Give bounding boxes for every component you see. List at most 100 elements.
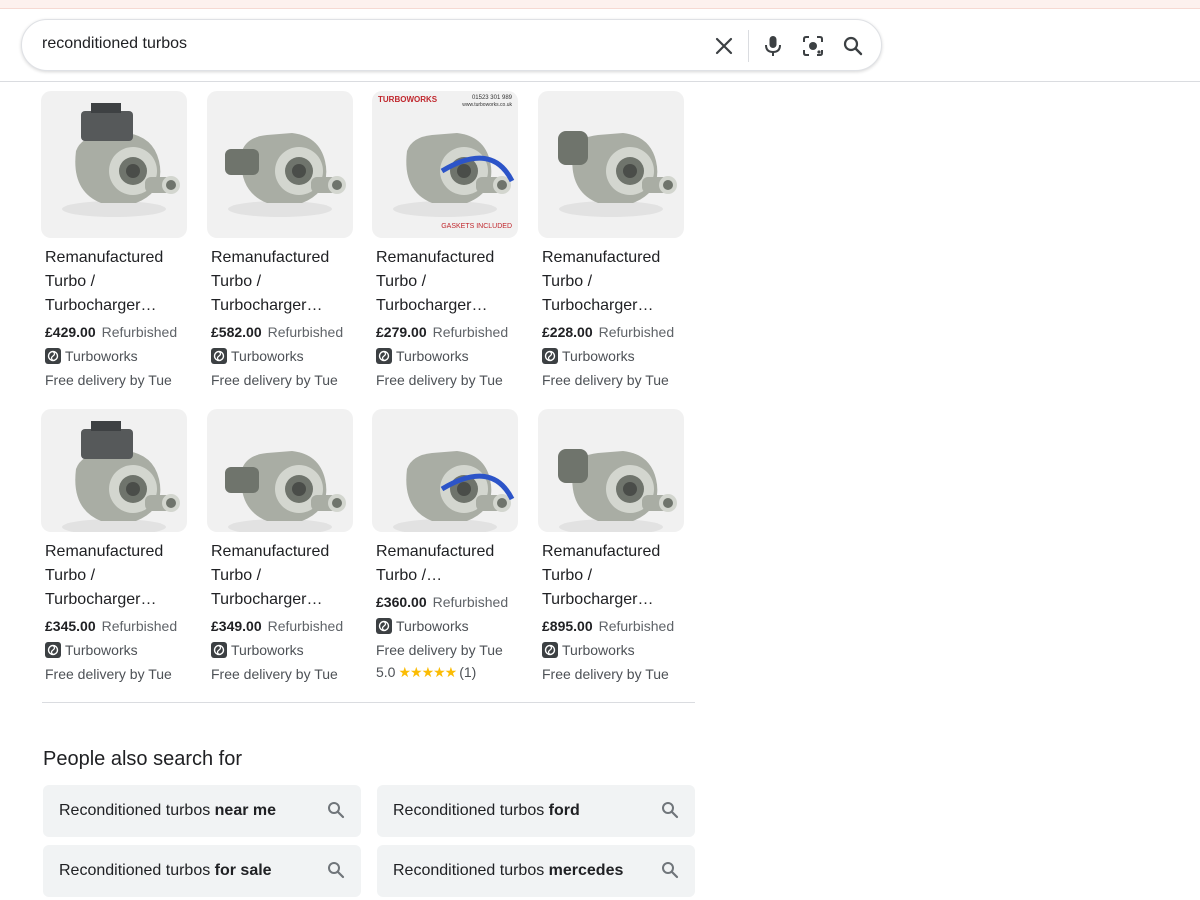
product-card[interactable]: Remanufactured Turbo / Turbocharger… £429.0… bbox=[41, 91, 187, 391]
product-title-line: Turbo / bbox=[542, 567, 593, 584]
product-price: £582.00 bbox=[211, 324, 262, 340]
related-search-prefix: Reconditioned turbos bbox=[393, 802, 549, 819]
search-icon[interactable] bbox=[840, 33, 866, 59]
search-icon bbox=[327, 861, 345, 879]
product-price: £360.00 bbox=[376, 594, 427, 610]
close-icon[interactable] bbox=[711, 33, 737, 59]
top-strip bbox=[0, 0, 1200, 9]
seller-name: Turboworks bbox=[231, 642, 304, 658]
product-title[interactable]: Remanufactured Turbo / Turbocharger… bbox=[211, 540, 361, 612]
search-box[interactable]: reconditioned turbos bbox=[21, 19, 882, 71]
product-price: £279.00 bbox=[376, 324, 427, 340]
seller-name: Turboworks bbox=[396, 348, 469, 364]
product-condition: Refurbished bbox=[598, 324, 675, 340]
product-seller[interactable]: Turboworks bbox=[542, 348, 635, 364]
product-seller[interactable]: Turboworks bbox=[45, 348, 138, 364]
star-rating-icon: ★★★★★ bbox=[398, 664, 457, 680]
product-condition: Refurbished bbox=[598, 618, 675, 634]
related-search-term: ford bbox=[548, 802, 580, 819]
product-title[interactable]: Remanufactured Turbo / Turbocharger… bbox=[542, 246, 692, 318]
product-image[interactable] bbox=[207, 91, 353, 238]
product-delivery: Free delivery by Tue bbox=[45, 372, 172, 388]
turboworks-logo-icon bbox=[211, 642, 227, 658]
seller-name: Turboworks bbox=[65, 642, 138, 658]
turboworks-logo-icon bbox=[45, 642, 61, 658]
product-seller[interactable]: Turboworks bbox=[211, 642, 304, 658]
rating-value: 5.0 bbox=[376, 664, 396, 680]
search-header: reconditioned turbos bbox=[0, 9, 1200, 82]
product-price: £349.00 bbox=[211, 618, 262, 634]
review-count: (1) bbox=[459, 664, 477, 680]
product-title[interactable]: Remanufactured Turbo / Turbocharger… bbox=[45, 540, 195, 612]
product-seller[interactable]: Turboworks bbox=[211, 348, 304, 364]
seller-name: Turboworks bbox=[231, 348, 304, 364]
product-delivery: Free delivery by Tue bbox=[376, 642, 503, 658]
product-price-line: £345.00 Refurbished bbox=[45, 618, 177, 634]
product-price: £895.00 bbox=[542, 618, 593, 634]
product-price-line: £349.00 Refurbished bbox=[211, 618, 343, 634]
product-title-line: Turbocharger… bbox=[211, 297, 323, 314]
product-card[interactable]: Remanufactured Turbo / Turbocharger… £345.0… bbox=[41, 409, 187, 709]
product-title-line: Remanufactured bbox=[542, 249, 661, 266]
product-image[interactable] bbox=[538, 91, 684, 238]
product-card[interactable]: Remanufactured Turbo / Turbocharger… £895.0… bbox=[538, 409, 684, 709]
product-image[interactable] bbox=[207, 409, 353, 532]
product-card[interactable]: Remanufactured Turbo /… £360.00 Refurbished… bbox=[372, 409, 518, 709]
product-condition: Refurbished bbox=[432, 324, 509, 340]
product-card[interactable]: TURBOWORKS 01523 301 989 www.turboworks.co… bbox=[372, 91, 518, 391]
product-title[interactable]: Remanufactured Turbo / Turbocharger… bbox=[45, 246, 195, 318]
product-image[interactable]: TURBOWORKS 01523 301 989 www.turboworks.co… bbox=[372, 91, 518, 238]
product-title-line: Turbo / bbox=[211, 273, 262, 290]
product-title-line: Remanufactured bbox=[376, 249, 495, 266]
product-title[interactable]: Remanufactured Turbo / Turbocharger… bbox=[542, 540, 692, 612]
lens-camera-icon[interactable] bbox=[800, 33, 826, 59]
product-title-line: Turbocharger… bbox=[45, 297, 157, 314]
product-condition: Refurbished bbox=[101, 618, 178, 634]
product-delivery: Free delivery by Tue bbox=[376, 372, 503, 388]
product-delivery: Free delivery by Tue bbox=[211, 372, 338, 388]
product-seller[interactable]: Turboworks bbox=[542, 642, 635, 658]
product-image[interactable] bbox=[538, 409, 684, 532]
product-title-line: Remanufactured bbox=[542, 543, 661, 560]
product-image-banner: GASKETS INCLUDED bbox=[441, 223, 512, 230]
product-seller[interactable]: Turboworks bbox=[45, 642, 138, 658]
product-delivery: Free delivery by Tue bbox=[542, 666, 669, 682]
related-search-term: for sale bbox=[214, 862, 272, 879]
product-image[interactable] bbox=[41, 91, 187, 238]
related-search-chip[interactable]: Reconditioned turbos ford bbox=[377, 785, 695, 837]
search-icon bbox=[661, 861, 679, 879]
seller-name: Turboworks bbox=[562, 642, 635, 658]
product-price-line: £360.00 Refurbished bbox=[376, 594, 508, 610]
search-icon bbox=[661, 801, 679, 819]
turboworks-logo-icon bbox=[542, 642, 558, 658]
product-title[interactable]: Remanufactured Turbo / Turbocharger… bbox=[376, 246, 526, 318]
product-title[interactable]: Remanufactured Turbo /… bbox=[376, 540, 526, 588]
related-search-chip[interactable]: Reconditioned turbos near me bbox=[43, 785, 361, 837]
product-image[interactable] bbox=[372, 409, 518, 532]
search-input[interactable]: reconditioned turbos bbox=[42, 35, 187, 53]
product-title-line: Turbo / bbox=[45, 273, 96, 290]
product-title[interactable]: Remanufactured Turbo / Turbocharger… bbox=[211, 246, 361, 318]
product-image[interactable] bbox=[41, 409, 187, 532]
product-price: £228.00 bbox=[542, 324, 593, 340]
product-title-line: Turbocharger… bbox=[542, 297, 654, 314]
product-delivery: Free delivery by Tue bbox=[542, 372, 669, 388]
product-card[interactable]: Remanufactured Turbo / Turbocharger… £228.0… bbox=[538, 91, 684, 391]
product-price-line: £895.00 Refurbished bbox=[542, 618, 674, 634]
related-search-prefix: Reconditioned turbos bbox=[59, 802, 215, 819]
related-search-chip[interactable]: Reconditioned turbos for sale bbox=[43, 845, 361, 897]
turboworks-logo-icon bbox=[45, 348, 61, 364]
product-card[interactable]: Remanufactured Turbo / Turbocharger… £349.0… bbox=[207, 409, 353, 709]
related-search-term: near me bbox=[214, 802, 277, 819]
product-image-phone: 01523 301 989 bbox=[471, 95, 512, 101]
microphone-icon[interactable] bbox=[760, 33, 786, 59]
product-price-line: £279.00 Refurbished bbox=[376, 324, 508, 340]
turboworks-logo-icon bbox=[376, 348, 392, 364]
product-seller[interactable]: Turboworks bbox=[376, 618, 469, 634]
product-condition: Refurbished bbox=[267, 618, 344, 634]
product-card[interactable]: Remanufactured Turbo / Turbocharger… £582.0… bbox=[207, 91, 353, 391]
product-seller[interactable]: Turboworks bbox=[376, 348, 469, 364]
turboworks-logo-icon bbox=[211, 348, 227, 364]
related-search-chip[interactable]: Reconditioned turbos mercedes bbox=[377, 845, 695, 897]
product-rating[interactable]: 5.0 ★★★★★ (1) bbox=[376, 664, 476, 681]
